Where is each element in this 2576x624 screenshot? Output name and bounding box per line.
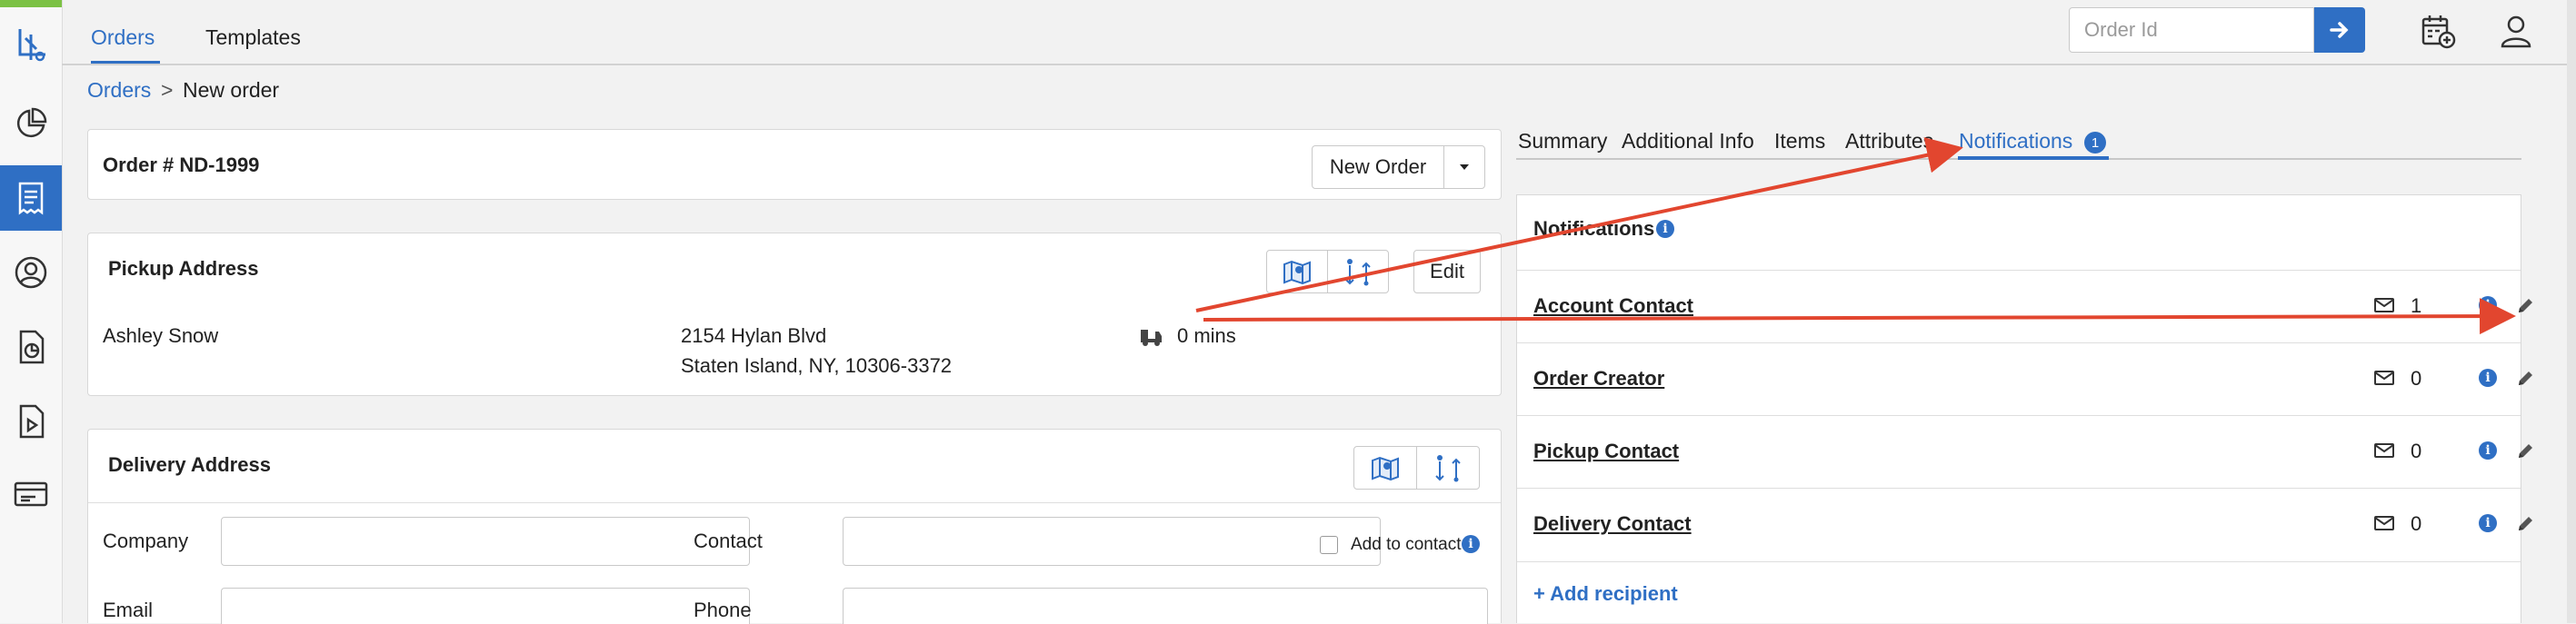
pickup-address-line1: 2154 Hylan Blvd	[681, 324, 827, 347]
sidebar	[0, 0, 63, 623]
envelope-icon	[2374, 516, 2394, 530]
breadcrumb-separator: >	[161, 78, 174, 102]
pickup-edit-button[interactable]: Edit	[1413, 250, 1481, 293]
pickup-map-button[interactable]	[1266, 250, 1328, 293]
receipt-icon[interactable]	[0, 165, 62, 231]
pie-chart-icon[interactable]	[0, 91, 62, 156]
new-order-dropdown-button[interactable]	[1443, 145, 1485, 189]
nav-divider	[62, 64, 2576, 65]
pickup-eta: 0 mins	[1177, 324, 1236, 347]
notification-count: 0	[2411, 367, 2422, 390]
notification-row: Account Contact 1 i	[1517, 270, 2532, 343]
pickup-address-line2: Staten Island, NY, 10306-3372	[681, 354, 953, 377]
notification-row: Delivery Contact 0 i	[1517, 488, 2532, 562]
pencil-icon[interactable]	[2515, 441, 2535, 461]
notification-count: 1	[2411, 294, 2422, 317]
tab-orders[interactable]: Orders	[91, 25, 155, 50]
new-order-button[interactable]: New Order	[1312, 145, 1444, 189]
brand-accent-bar	[0, 0, 62, 7]
delivery-title: Delivery Address	[108, 453, 271, 476]
phone-label: Phone	[694, 599, 752, 621]
user-circle-icon[interactable]	[0, 240, 62, 305]
card-icon[interactable]	[0, 461, 62, 527]
recipient-name-link[interactable]: Order Creator	[1533, 367, 1664, 391]
tab-notifications-underline	[1958, 156, 2109, 160]
route-arrows-icon	[1345, 259, 1371, 286]
pencil-icon[interactable]	[2515, 514, 2535, 534]
recipient-name-link[interactable]: Delivery Contact	[1533, 512, 1692, 536]
envelope-icon	[2374, 298, 2394, 312]
add-to-contact-checkbox[interactable]	[1320, 536, 1338, 554]
delivery-address-card: Delivery Address Company Contact Email P…	[87, 429, 1502, 624]
document-play-icon[interactable]	[0, 389, 62, 454]
pickup-contact-name: Ashley Snow	[103, 324, 219, 347]
notification-row: Pickup Contact 0 i	[1517, 415, 2532, 489]
tab-notifications[interactable]: Notifications	[1959, 129, 2072, 154]
recipient-info-icon[interactable]: i	[2479, 296, 2497, 314]
notification-count: 0	[2411, 440, 2422, 462]
order-search-button[interactable]	[2314, 7, 2365, 53]
recipient-info-icon[interactable]: i	[2479, 369, 2497, 387]
recipient-info-icon[interactable]: i	[2479, 441, 2497, 460]
notifications-title: Notifications	[1533, 217, 1655, 240]
route-arrows-icon	[1435, 455, 1461, 482]
contact-label: Contact	[694, 530, 763, 552]
logo-icon[interactable]	[0, 13, 62, 78]
company-input[interactable]	[221, 517, 750, 566]
email-input[interactable]	[221, 588, 750, 624]
pickup-route-button[interactable]	[1327, 250, 1389, 293]
tab-attributes[interactable]: Attributes	[1845, 129, 1933, 154]
pencil-icon[interactable]	[2515, 369, 2535, 389]
notifications-panel: Notifications i Account Contact 1 i Orde…	[1516, 194, 2532, 623]
company-label: Company	[103, 530, 189, 552]
add-to-contact-info-icon[interactable]: i	[1462, 535, 1480, 553]
envelope-icon	[2374, 371, 2394, 385]
calendar-add-icon[interactable]	[2418, 11, 2458, 51]
recipient-info-icon[interactable]: i	[2479, 514, 2497, 532]
email-label: Email	[103, 599, 154, 621]
add-to-contact-label: Add to contact	[1351, 535, 1462, 554]
tab-summary[interactable]: Summary	[1518, 129, 1607, 154]
order-header-card: Order # ND-1999 New Order	[87, 129, 1502, 200]
notification-row: Order Creator 0 i	[1517, 342, 2532, 416]
delivery-divider	[88, 502, 1501, 503]
envelope-icon	[2374, 443, 2394, 458]
window-scrollbar[interactable]	[2567, 0, 2576, 623]
phone-input[interactable]	[843, 588, 1488, 624]
order-id-input[interactable]	[2069, 7, 2314, 53]
user-profile-icon[interactable]	[2496, 11, 2536, 51]
recipient-name-link[interactable]: Account Contact	[1533, 294, 1693, 318]
breadcrumb-current: New order	[183, 78, 280, 102]
notification-count: 0	[2411, 512, 2422, 535]
caret-down-icon	[1460, 164, 1469, 170]
pencil-icon[interactable]	[2515, 296, 2535, 316]
delivery-route-button[interactable]	[1416, 446, 1480, 490]
add-recipient-link[interactable]: + Add recipient	[1533, 582, 1678, 606]
document-chart-icon[interactable]	[0, 314, 62, 380]
tab-additional-info[interactable]: Additional Info	[1622, 129, 1754, 154]
map-pin-icon	[1372, 456, 1399, 480]
arrow-right-icon	[2330, 22, 2349, 38]
tab-items[interactable]: Items	[1774, 129, 1825, 154]
pickup-address-card: Pickup Address Edit Ashley Snow 2154 Hyl…	[87, 233, 1502, 396]
notifications-info-icon[interactable]: i	[1656, 220, 1674, 238]
map-pin-icon	[1283, 260, 1311, 284]
delivery-map-button[interactable]	[1353, 446, 1417, 490]
recipient-name-link[interactable]: Pickup Contact	[1533, 440, 1679, 463]
tab-templates[interactable]: Templates	[205, 25, 301, 50]
pickup-title: Pickup Address	[108, 257, 259, 280]
contact-input[interactable]	[843, 517, 1381, 566]
order-title: Order # ND-1999	[103, 154, 260, 176]
notifications-badge: 1	[2084, 132, 2106, 154]
truck-icon	[1137, 326, 1163, 348]
breadcrumb-orders-link[interactable]: Orders	[87, 78, 151, 103]
